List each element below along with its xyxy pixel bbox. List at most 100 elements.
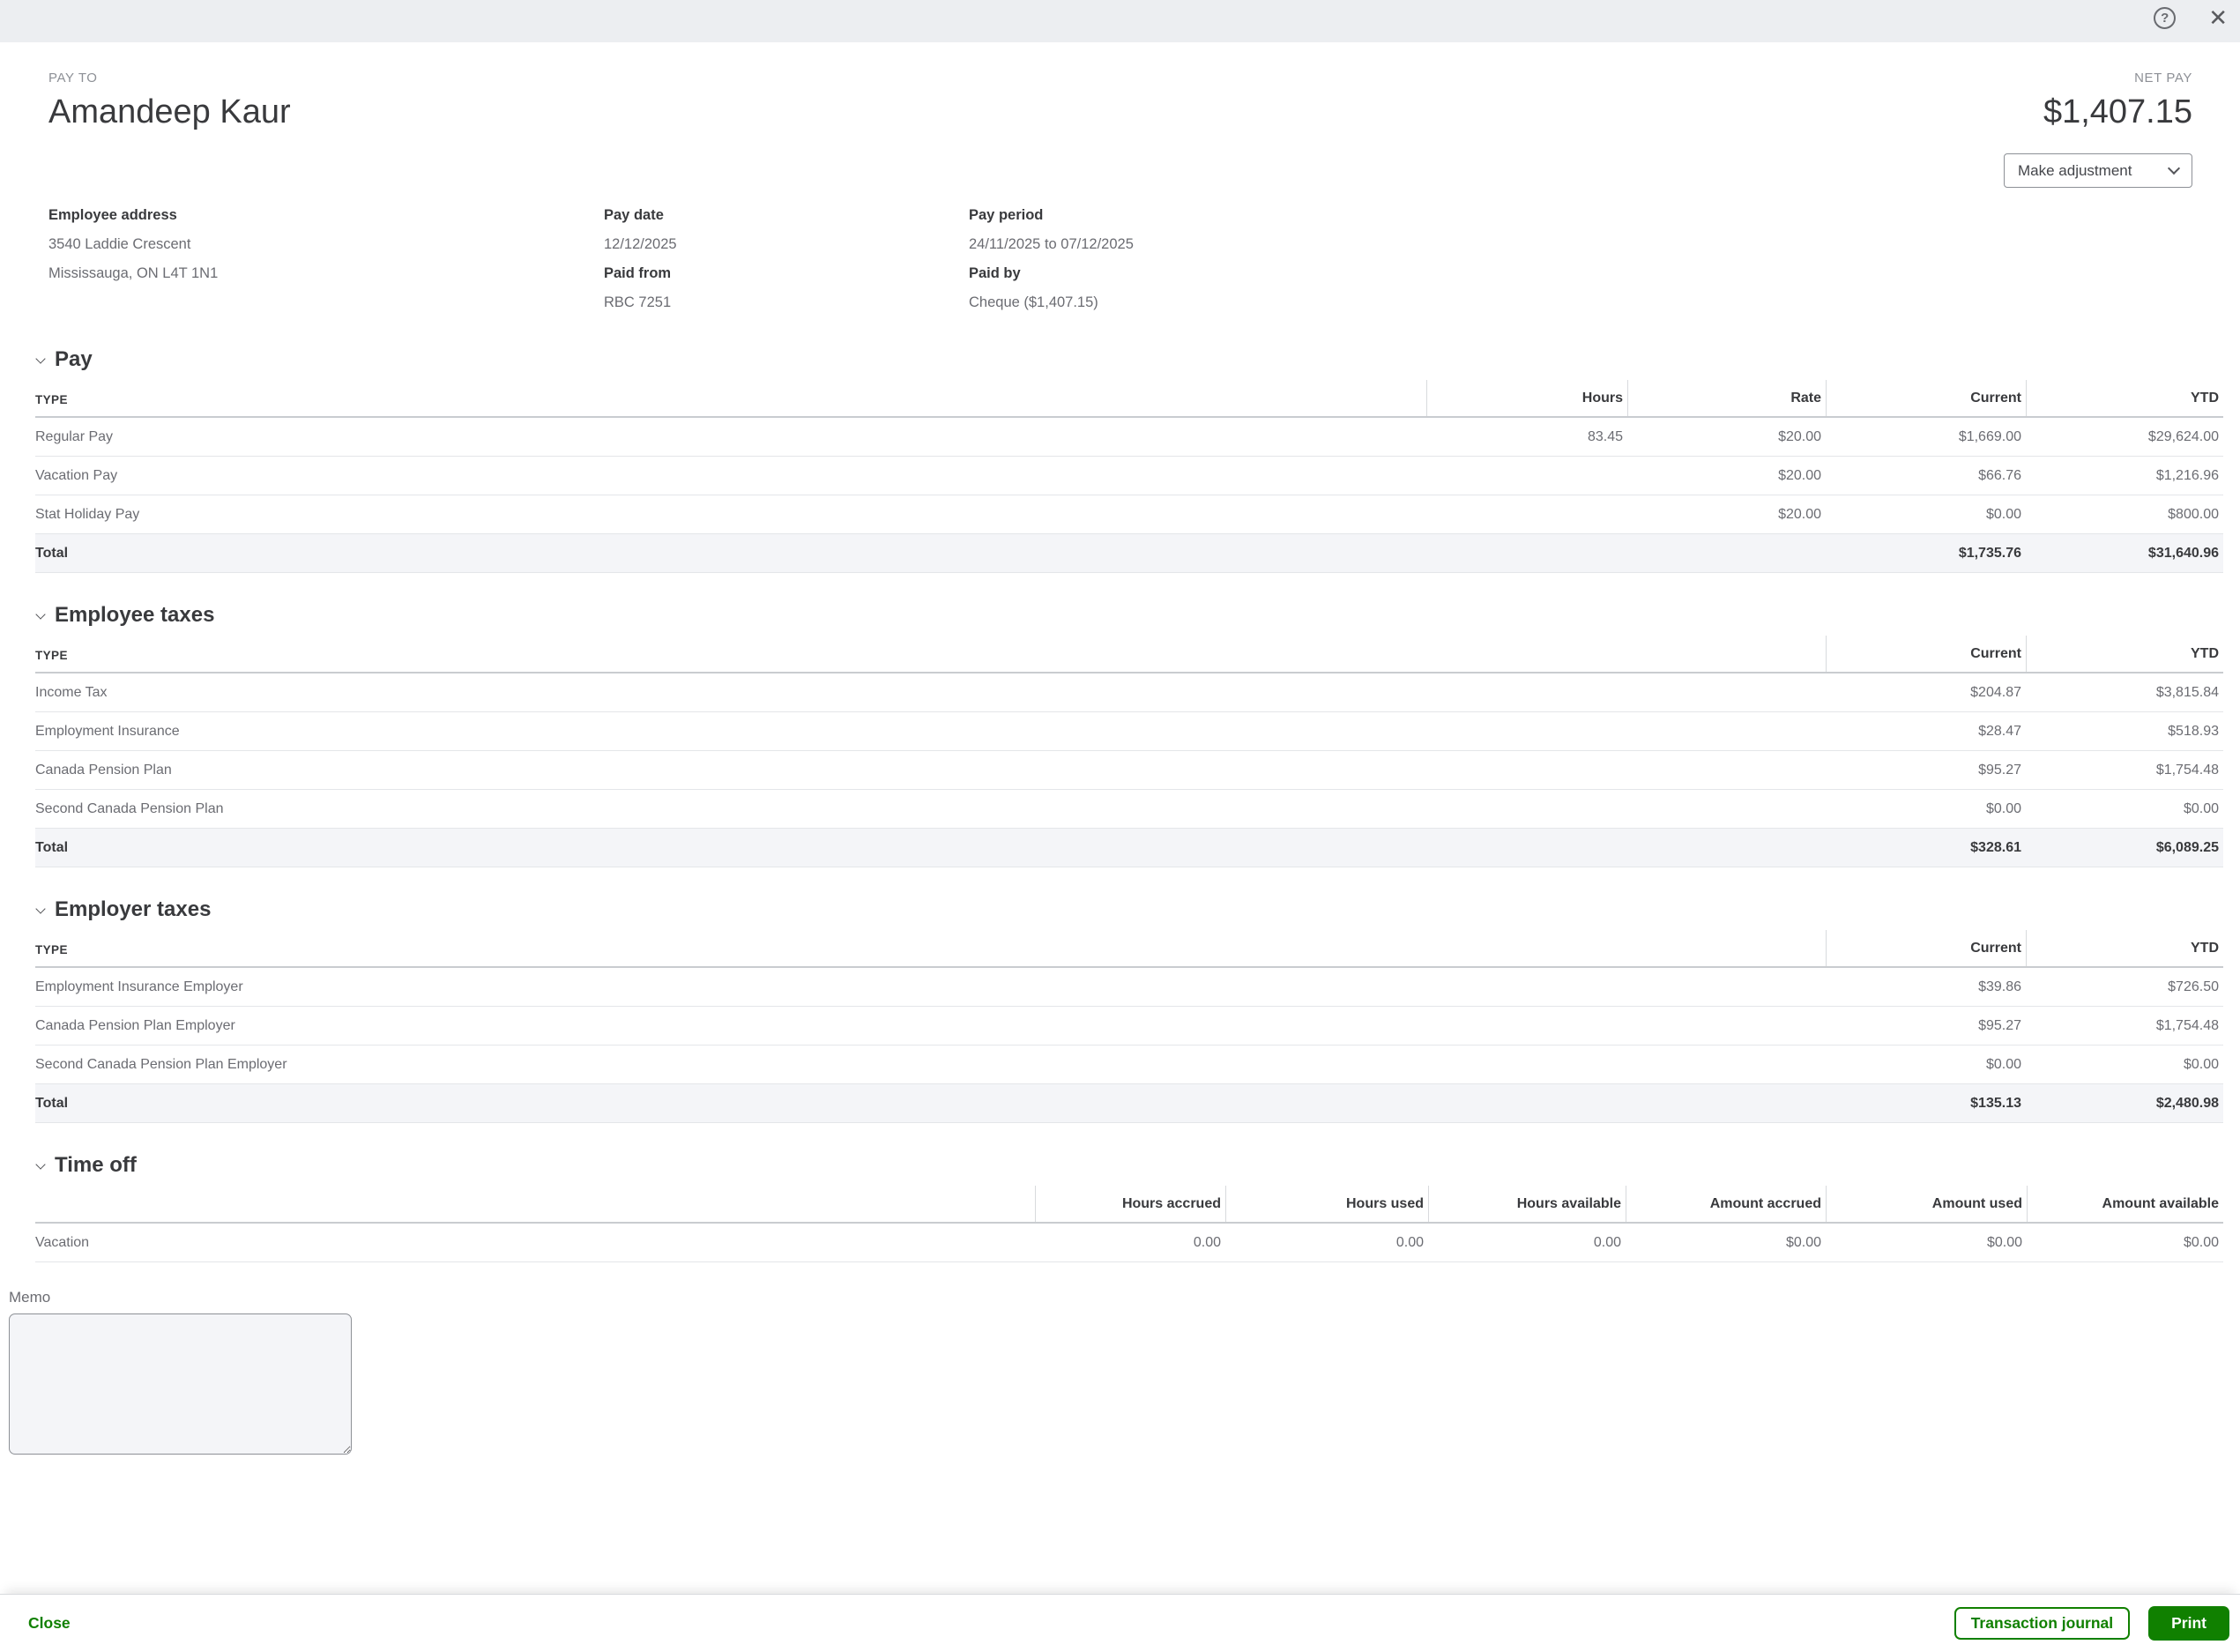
memo-input[interactable] — [9, 1313, 352, 1455]
pay-period-value: 24/11/2025 to 07/12/2025 — [969, 230, 1134, 259]
cell-ytd: $0.00 — [2026, 1046, 2223, 1083]
table-header: TYPE Current YTD — [35, 636, 2223, 673]
pay-date-block: Pay date 12/12/2025 Paid from RBC 7251 — [604, 201, 969, 317]
cell-empty — [1627, 542, 1826, 564]
pay-period-block: Pay period 24/11/2025 to 07/12/2025 Paid… — [969, 201, 1134, 317]
payee-header: PAY TO Amandeep Kaur NET PAY $1,407.15 M… — [35, 70, 2223, 188]
col-current: Current — [1826, 380, 2026, 416]
cell-hours — [1426, 465, 1627, 487]
cell-amount-used: $0.00 — [1826, 1224, 2027, 1261]
cell-current: $0.00 — [1826, 1046, 2026, 1083]
col-hours: Hours — [1426, 380, 1627, 416]
cell-total-current: $328.61 — [1826, 829, 2026, 867]
table-row: Employment Insurance $28.47 $518.93 — [35, 712, 2223, 751]
help-icon[interactable]: ? — [2154, 7, 2176, 29]
section-pay: Pay TYPE Hours Rate Current YTD Regular … — [35, 346, 2223, 573]
cell-current: $0.00 — [1826, 495, 2026, 533]
collapse-chevron-icon[interactable] — [35, 1159, 45, 1169]
cell-type: Vacation Pay — [35, 457, 1426, 495]
cheque-info: Employee address 3540 Laddie Crescent Mi… — [35, 201, 2223, 317]
cell-total-label: Total — [35, 1084, 1826, 1122]
cell-ytd: $726.50 — [2026, 968, 2223, 1006]
col-empty — [35, 1186, 1035, 1222]
address-line-1: 3540 Laddie Crescent — [48, 230, 604, 259]
cell-ytd: $800.00 — [2026, 495, 2223, 533]
section-title: Employee taxes — [55, 602, 214, 629]
paid-from-value: RBC 7251 — [604, 288, 969, 317]
transaction-journal-button[interactable]: Transaction journal — [1954, 1607, 2130, 1640]
cell-current: $66.76 — [1826, 457, 2026, 495]
table-total-row: Total $328.61 $6,089.25 — [35, 829, 2223, 867]
cell-amount-accrued: $0.00 — [1626, 1224, 1826, 1261]
collapse-chevron-icon[interactable] — [35, 353, 45, 363]
table-row: Regular Pay 83.45 $20.00 $1,669.00 $29,6… — [35, 418, 2223, 457]
cell-ytd: $0.00 — [2026, 790, 2223, 828]
col-amount-used: Amount used — [1826, 1186, 2027, 1222]
cell-total-ytd: $2,480.98 — [2026, 1084, 2223, 1122]
section-title: Time off — [55, 1152, 137, 1179]
cell-rate: $20.00 — [1627, 457, 1826, 495]
net-pay-block: NET PAY $1,407.15 Make adjustment — [2004, 70, 2223, 188]
cell-type: Canada Pension Plan Employer — [35, 1007, 1826, 1045]
payee-name: Amandeep Kaur — [48, 92, 291, 132]
employee-address-block: Employee address 3540 Laddie Crescent Mi… — [48, 201, 604, 317]
make-adjustment-dropdown[interactable]: Make adjustment — [2004, 153, 2192, 188]
col-rate: Rate — [1627, 380, 1826, 416]
print-button[interactable]: Print — [2148, 1606, 2229, 1641]
col-amount-available: Amount available — [2027, 1186, 2223, 1222]
cell-hours: 83.45 — [1426, 418, 1627, 456]
col-ytd: YTD — [2026, 930, 2223, 966]
collapse-chevron-icon[interactable] — [35, 904, 45, 913]
make-adjustment-label: Make adjustment — [2018, 162, 2132, 180]
col-type: TYPE — [35, 380, 1426, 416]
pay-to-label: PAY TO — [48, 70, 291, 87]
memo-label: Memo — [9, 1289, 2223, 1306]
table-header: TYPE Current YTD — [35, 930, 2223, 968]
table-header: TYPE Hours Rate Current YTD — [35, 380, 2223, 418]
cell-current: $28.47 — [1826, 712, 2026, 750]
cell-type: Second Canada Pension Plan Employer — [35, 1046, 1826, 1083]
col-current: Current — [1826, 636, 2026, 672]
employee-address-label: Employee address — [48, 201, 604, 230]
address-line-2: Mississauga, ON L4T 1N1 — [48, 259, 604, 288]
paycheque-detail: PAY TO Amandeep Kaur NET PAY $1,407.15 M… — [0, 70, 2240, 1455]
cell-ytd: $3,815.84 — [2026, 673, 2223, 711]
col-type: TYPE — [35, 930, 1826, 966]
table-row: Stat Holiday Pay $20.00 $0.00 $800.00 — [35, 495, 2223, 534]
footer-bar: Close Transaction journal Print — [0, 1594, 2240, 1652]
col-hours-accrued: Hours accrued — [1035, 1186, 1225, 1222]
cell-amount-available: $0.00 — [2027, 1224, 2223, 1261]
cell-hours-available: 0.00 — [1428, 1224, 1626, 1261]
cell-hours-accrued: 0.00 — [1035, 1224, 1225, 1261]
cell-current: $95.27 — [1826, 1007, 2026, 1045]
topbar: ? ✕ — [0, 0, 2240, 42]
time-off-table: Hours accrued Hours used Hours available… — [35, 1186, 2223, 1262]
table-header: Hours accrued Hours used Hours available… — [35, 1186, 2223, 1224]
table-total-row: Total $135.13 $2,480.98 — [35, 1084, 2223, 1123]
collapse-chevron-icon[interactable] — [35, 609, 45, 619]
close-button[interactable]: Close — [28, 1614, 71, 1633]
col-hours-used: Hours used — [1225, 1186, 1428, 1222]
cell-type: Canada Pension Plan — [35, 751, 1826, 789]
close-icon[interactable]: ✕ — [2208, 6, 2228, 29]
table-row: Second Canada Pension Plan $0.00 $0.00 — [35, 790, 2223, 829]
cell-ytd: $29,624.00 — [2026, 418, 2223, 456]
cell-current: $0.00 — [1826, 790, 2026, 828]
cell-total-label: Total — [35, 829, 1826, 867]
cell-current: $1,669.00 — [1826, 418, 2026, 456]
cell-hours-used: 0.00 — [1225, 1224, 1428, 1261]
cell-total-label: Total — [35, 534, 1426, 572]
cell-total-current: $135.13 — [1826, 1084, 2026, 1122]
pay-date-label: Pay date — [604, 201, 969, 230]
table-row: Income Tax $204.87 $3,815.84 — [35, 673, 2223, 712]
cell-current: $204.87 — [1826, 673, 2026, 711]
pay-period-label: Pay period — [969, 201, 1134, 230]
employer-taxes-table: TYPE Current YTD Employment Insurance Em… — [35, 930, 2223, 1123]
cell-empty — [1426, 542, 1627, 564]
net-pay-amount: $1,407.15 — [2004, 92, 2192, 132]
section-time-off: Time off Hours accrued Hours used Hours … — [35, 1152, 2223, 1262]
section-employer-taxes: Employer taxes TYPE Current YTD Employme… — [35, 897, 2223, 1123]
table-row: Vacation Pay $20.00 $66.76 $1,216.96 — [35, 457, 2223, 495]
cell-current: $39.86 — [1826, 968, 2026, 1006]
cell-total-current: $1,735.76 — [1826, 534, 2026, 572]
